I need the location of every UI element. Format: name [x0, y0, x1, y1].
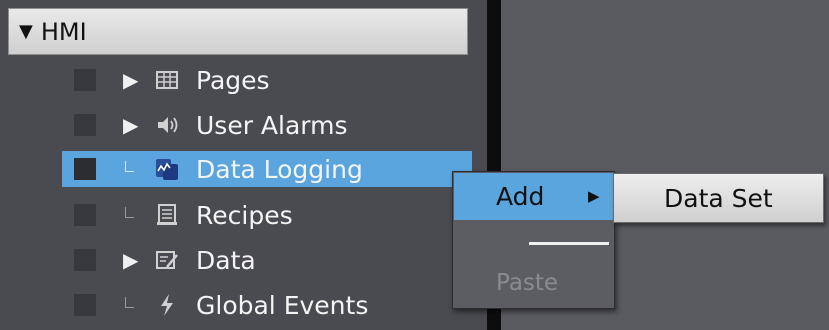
tree-item-pages[interactable]: ▶ Pages	[62, 62, 472, 98]
collapse-triangle-icon[interactable]: ▼	[19, 21, 33, 42]
tree-item-label: Pages	[196, 65, 270, 95]
speaker-alarm-icon	[158, 117, 178, 133]
menu-item-add[interactable]: Add ▶	[454, 173, 613, 220]
tree-item-label: User Alarms	[196, 110, 348, 140]
item-checkbox[interactable]	[74, 158, 96, 180]
submenu-arrow-icon: ▶	[588, 187, 600, 205]
tree-connector	[125, 207, 134, 218]
expand-arrow-icon[interactable]: ▶	[123, 113, 138, 137]
project-tree-panel: ▼ HMI ▶ Pages ▶ User Alarms Data Logging…	[0, 0, 487, 330]
tree-item-global-events[interactable]: Global Events	[62, 287, 472, 323]
hmi-header-label: HMI	[40, 17, 87, 46]
tree-item-label: Data Logging	[196, 154, 363, 184]
expand-arrow-icon[interactable]: ▶	[123, 248, 138, 272]
tree-item-data-logging[interactable]: Data Logging	[62, 151, 472, 187]
recipes-book-icon	[157, 204, 177, 225]
item-checkbox[interactable]	[74, 204, 96, 226]
tree-connector	[125, 297, 134, 308]
tree-item-label: Global Events	[196, 290, 369, 320]
tree-item-recipes[interactable]: Recipes	[62, 197, 472, 233]
menu-item-label: Add	[496, 182, 545, 211]
tree-item-label: Data	[196, 245, 256, 275]
tree-item-user-alarms[interactable]: ▶ User Alarms	[62, 107, 472, 143]
lightning-icon	[161, 294, 173, 316]
tree-item-label: Recipes	[196, 200, 293, 230]
item-checkbox[interactable]	[74, 69, 96, 91]
menu-separator	[529, 242, 609, 245]
add-submenu: Data Set	[613, 173, 824, 223]
item-checkbox[interactable]	[74, 294, 96, 316]
menu-item-paste[interactable]: Paste	[496, 270, 558, 296]
data-edit-icon	[156, 251, 178, 269]
data-logging-icon	[156, 159, 178, 180]
tree-connector	[125, 161, 134, 172]
hmi-tree-header[interactable]: ▼ HMI	[8, 8, 468, 55]
context-menu: Add ▶ Paste	[452, 171, 615, 309]
expand-arrow-icon[interactable]: ▶	[123, 68, 138, 92]
tree-item-data[interactable]: ▶ Data	[62, 242, 472, 278]
item-checkbox[interactable]	[74, 249, 96, 271]
menu-item-data-set[interactable]: Data Set	[664, 184, 773, 213]
item-checkbox[interactable]	[74, 114, 96, 136]
pages-grid-icon	[156, 71, 178, 89]
